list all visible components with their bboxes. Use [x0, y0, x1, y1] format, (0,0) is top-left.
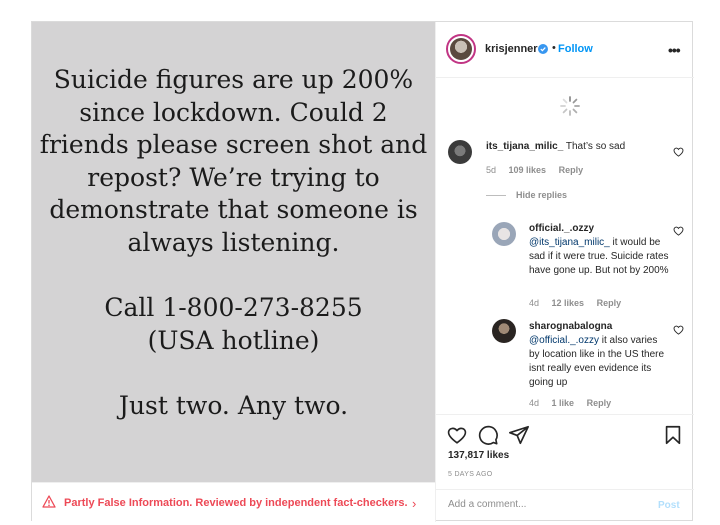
post-image[interactable]: Suicide figures are up 200% since lockdo… [32, 22, 435, 482]
avatar[interactable] [492, 222, 516, 246]
story-line: Suicide figures are up 200% [53, 65, 414, 94]
story-text: Suicide figures are up 200% since lockdo… [32, 64, 435, 423]
comments-panel: krisjenner • Follow ••• its_tijana_milic… [435, 22, 694, 522]
story-line: Just two. Any two. [118, 391, 349, 420]
story-line: demonstrate that someone is [49, 195, 418, 224]
heart-icon[interactable] [446, 424, 468, 446]
post-button[interactable]: Post [658, 500, 680, 511]
comment-text: That’s so sad [565, 141, 626, 152]
story-line: (USA hotline) [147, 325, 320, 355]
separator-dot: • [552, 42, 556, 54]
bookmark-icon[interactable] [662, 424, 684, 446]
follow-button[interactable]: Follow [558, 43, 593, 55]
comment-username[interactable]: official._.ozzy [529, 222, 669, 236]
verified-badge-icon [538, 44, 548, 54]
comment-likes[interactable]: 12 likes [552, 298, 585, 308]
comment-meta: 5d 109 likes Reply [486, 165, 593, 175]
reply-comment: official._.ozzy @its_tijana_milic_ it wo… [436, 216, 694, 308]
chevron-right-icon[interactable]: › [412, 496, 416, 511]
post-card: Suicide figures are up 200% since lockdo… [31, 21, 694, 522]
story-line: since lockdown. Could 2 [79, 97, 388, 127]
comment-input[interactable] [448, 499, 638, 510]
reply-comment: sharognabalogna @official._.ozzy it also… [436, 315, 694, 408]
reply-button[interactable]: Reply [597, 298, 622, 308]
story-line: repost? We’re trying to [87, 162, 380, 192]
comment-meta: 4d 1 like Reply [529, 398, 621, 408]
likes-count[interactable]: 137,817 likes [448, 450, 509, 461]
reply-body: sharognabalogna @official._.ozzy it also… [529, 320, 669, 390]
add-comment-bar: Post [436, 489, 694, 523]
avatar[interactable] [446, 34, 476, 64]
comment-age[interactable]: 4d [529, 298, 539, 308]
story-line: friends please screen shot and [39, 130, 428, 159]
post-actions: 137,817 likes 5 DAYS AGO Post [436, 414, 694, 522]
more-options-icon[interactable]: ••• [668, 42, 681, 58]
hide-replies-button[interactable]: Hide replies [486, 190, 567, 200]
heart-icon[interactable] [673, 147, 684, 157]
mention-link[interactable]: @its_tijana_milic_ [529, 237, 610, 248]
story-line: always listening. [127, 227, 340, 257]
post-date: 5 DAYS AGO [448, 471, 493, 478]
warning-triangle-icon [42, 495, 56, 508]
comment-icon[interactable] [477, 424, 499, 446]
warning-text: Partly False Information. Reviewed by in… [64, 497, 408, 509]
comment-likes[interactable]: 1 like [552, 398, 575, 408]
comment: its_tijana_milic_ That’s so sad 5d 109 l… [436, 134, 694, 184]
loading-spinner-icon [560, 96, 580, 116]
false-info-warning-bar[interactable]: Partly False Information. Reviewed by in… [32, 482, 435, 522]
reply-body: official._.ozzy @its_tijana_milic_ it wo… [529, 222, 669, 278]
header-username[interactable]: krisjenner [485, 43, 538, 55]
story-line: Call 1-800-273-8255 [104, 293, 363, 322]
heart-icon[interactable] [673, 226, 684, 236]
comment-likes[interactable]: 109 likes [509, 165, 547, 175]
avatar[interactable] [448, 140, 472, 164]
mention-link[interactable]: @official._.ozzy [529, 335, 599, 346]
comment-meta: 4d 12 likes Reply [529, 298, 631, 308]
comment-age[interactable]: 5d [486, 165, 496, 175]
hide-replies-label: Hide replies [516, 190, 568, 200]
share-icon[interactable] [508, 424, 530, 446]
avatar[interactable] [492, 319, 516, 343]
comment-age[interactable]: 4d [529, 398, 539, 408]
reply-button[interactable]: Reply [559, 165, 584, 175]
reply-button[interactable]: Reply [587, 398, 612, 408]
heart-icon[interactable] [673, 325, 684, 335]
comment-username[interactable]: sharognabalogna [529, 320, 669, 334]
divider [486, 194, 506, 196]
post-header: krisjenner • Follow ••• [436, 22, 694, 78]
comment-username[interactable]: its_tijana_milic_ [486, 141, 563, 152]
